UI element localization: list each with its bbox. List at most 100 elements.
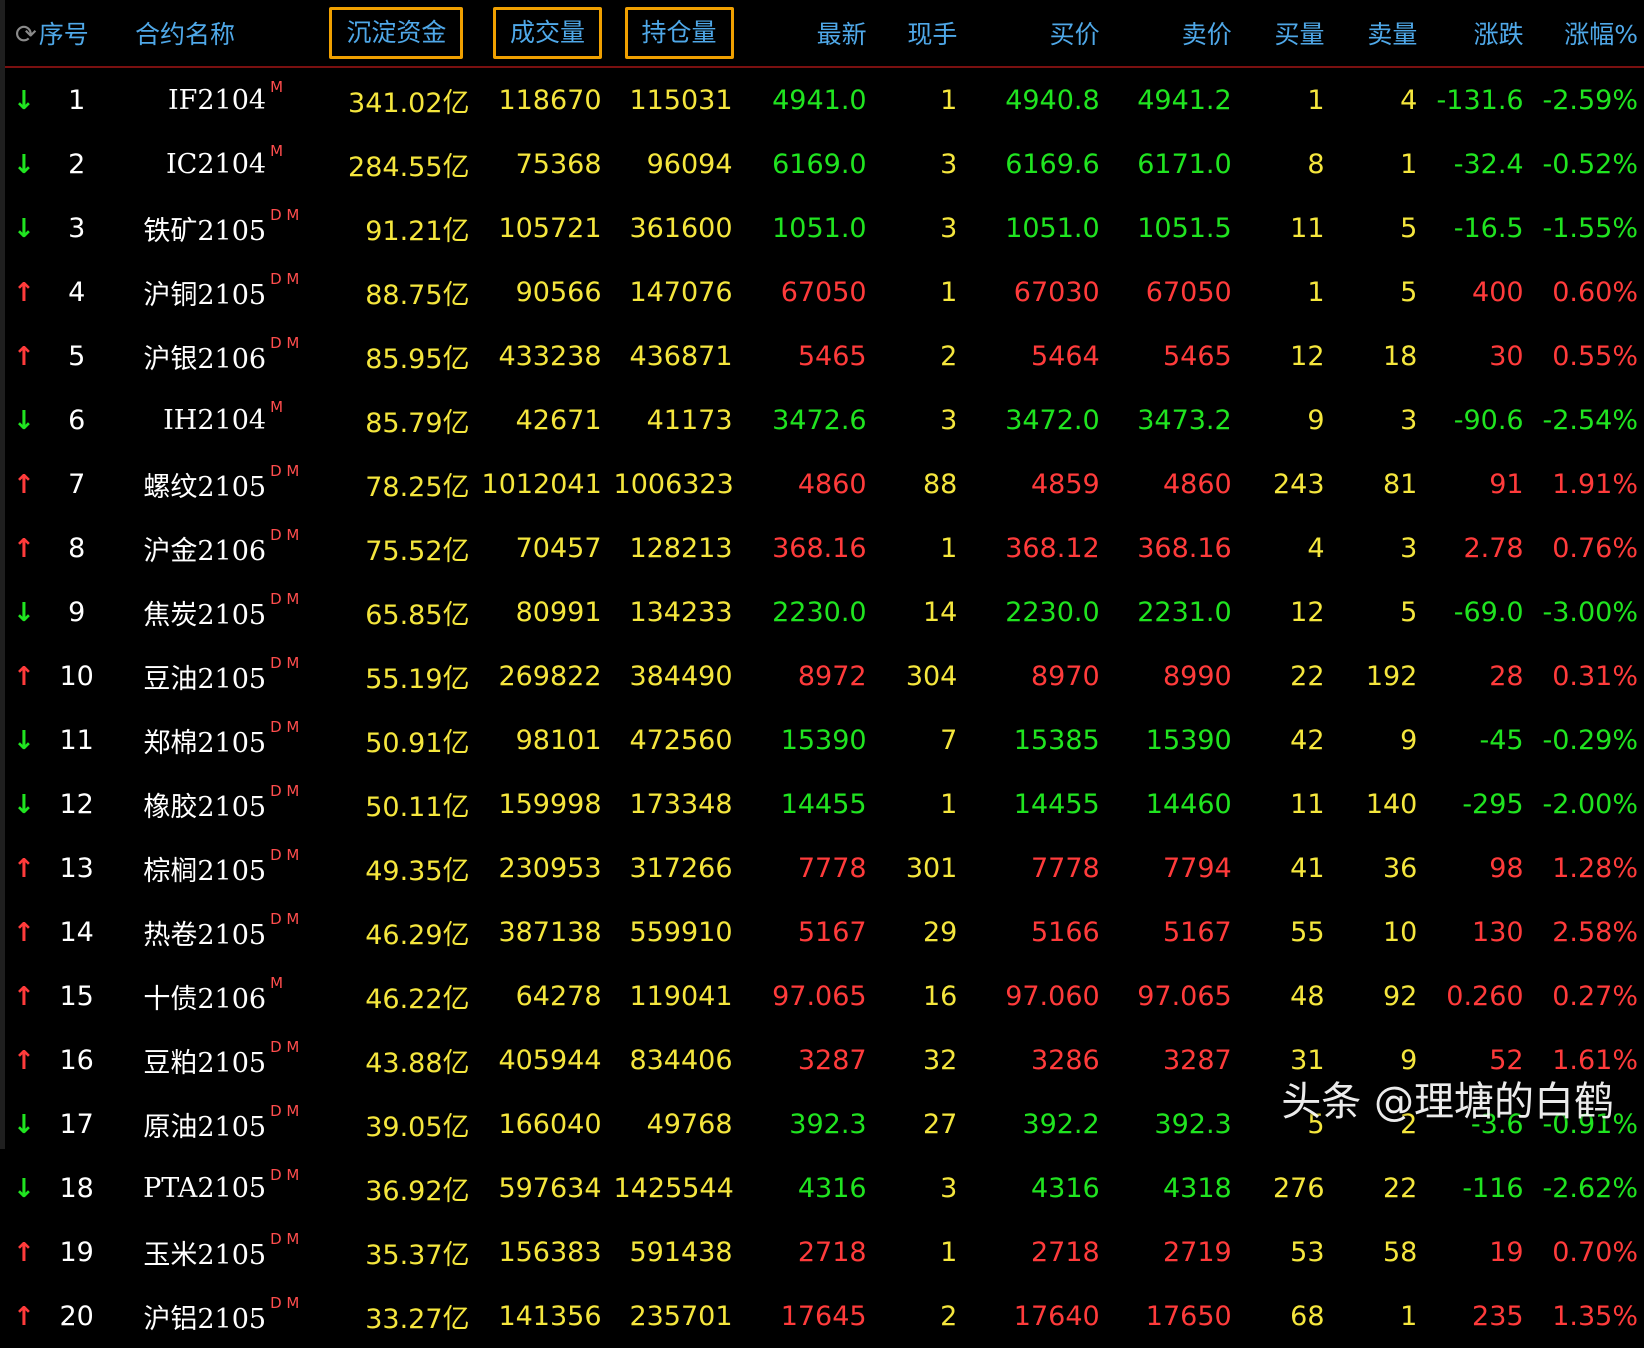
change-cell: 0.260 — [1446, 980, 1524, 1012]
trend-cell: ↑ — [5, 260, 48, 324]
table-row[interactable]: ↑ 4 沪铜2105 D M 88.75亿 90566 147076 67050 1 67030 6… — [5, 260, 1644, 324]
row-index: 20 — [59, 1300, 94, 1332]
column-header-bid[interactable]: 买价 — [969, 0, 1112, 68]
open-interest-cell: 119041 — [629, 980, 733, 1012]
last-price-cell: 1051.0 — [772, 212, 867, 244]
column-header-name[interactable]: 合约名称 — [105, 0, 312, 68]
contract-name[interactable]: 原油2105 — [105, 1092, 270, 1156]
refresh-icon[interactable]: ⟳ — [15, 20, 37, 50]
column-header-last[interactable]: 最新 — [744, 0, 879, 68]
table-row[interactable]: ↓ 9 焦炭2105 D M 65.85亿 80991 134233 2230.0 14 2230… — [5, 580, 1644, 644]
contract-name[interactable]: 郑棉2105 — [105, 708, 270, 772]
bid-price-cell: 7778 — [1030, 852, 1100, 884]
lot-cell: 14 — [923, 596, 958, 628]
contract-name[interactable]: 沪铝2105 — [105, 1284, 270, 1348]
ask-price-cell: 2719 — [1162, 1236, 1232, 1268]
table-row[interactable]: ↑ 10 豆油2105 D M 55.19亿 269822 384490 8972 304 897… — [5, 644, 1644, 708]
contract-name[interactable]: IC2104 — [105, 132, 270, 196]
open-interest-cell: 173348 — [629, 788, 733, 820]
arrow-down-icon: ↓ — [13, 597, 35, 628]
bid-price-cell: 67030 — [1013, 276, 1100, 308]
arrow-down-icon: ↓ — [13, 789, 35, 820]
contract-name[interactable]: PTA2105 — [105, 1156, 270, 1220]
last-price-cell: 4941.0 — [772, 84, 867, 116]
volume-cell: 118670 — [498, 84, 602, 116]
bid-volume-cell: 12 — [1290, 596, 1325, 628]
change-cell: -32.4 — [1453, 148, 1524, 180]
contract-flags: D M — [270, 270, 300, 288]
open-interest-cell: 834406 — [629, 1044, 733, 1076]
volume-cell: 42671 — [515, 404, 602, 436]
table-row[interactable]: ↑ 7 螺纹2105 D M 78.25亿 1012041 1006323 4860 88 485… — [5, 452, 1644, 516]
contract-name[interactable]: 铁矿2105 — [105, 196, 270, 260]
row-index: 10 — [59, 660, 94, 692]
bid-price-cell: 4940.8 — [1005, 84, 1100, 116]
table-row[interactable]: ↓ 12 橡胶2105 D M 50.11亿 159998 173348 14455 1 1445… — [5, 772, 1644, 836]
last-price-cell: 97.065 — [772, 980, 867, 1012]
contract-name[interactable]: 十债2106 — [105, 964, 270, 1028]
bid-price-cell: 97.060 — [1005, 980, 1100, 1012]
table-row[interactable]: ↑ 15 十债2106 M 46.22亿 64278 119041 97.065 16 97.06… — [5, 964, 1644, 1028]
bid-price-cell: 4316 — [1030, 1172, 1100, 1204]
volume-cell: 269822 — [498, 660, 602, 692]
contract-name[interactable]: 棕榈2105 — [105, 836, 270, 900]
change-percent-cell: 1.35% — [1552, 1300, 1638, 1332]
contract-name[interactable]: IF2104 — [105, 67, 270, 132]
contract-flags: D M — [270, 718, 300, 736]
contract-name[interactable]: 豆粕2105 — [105, 1028, 270, 1092]
contract-name[interactable]: IH2104 — [105, 388, 270, 452]
bid-price-cell: 5166 — [1030, 916, 1100, 948]
column-header-settled-funds[interactable]: 沉淀资金 — [311, 0, 482, 68]
table-row[interactable]: ↓ 3 铁矿2105 D M 91.21亿 105721 361600 1051.0 3 1051… — [5, 196, 1644, 260]
change-cell: -131.6 — [1436, 84, 1524, 116]
arrow-down-icon: ↓ — [13, 1173, 35, 1204]
contract-name[interactable]: 沪铜2105 — [105, 260, 270, 324]
contract-name[interactable]: 热卷2105 — [105, 900, 270, 964]
change-cell: -295 — [1462, 788, 1524, 820]
contract-name[interactable]: 焦炭2105 — [105, 580, 270, 644]
contract-name[interactable]: 沪金2106 — [105, 516, 270, 580]
last-price-cell: 3287 — [797, 1044, 867, 1076]
open-interest-cell: 1425544 — [613, 1172, 734, 1204]
table-row[interactable]: ↓ 1 IF2104 M 341.02亿 118670 115031 4941.0 1 4940.… — [5, 67, 1644, 132]
change-cell: 91 — [1489, 468, 1524, 500]
arrow-up-icon: ↑ — [13, 1045, 35, 1076]
table-row[interactable]: ↑ 5 沪银2106 D M 85.95亿 433238 436871 5465 2 5464 54… — [5, 324, 1644, 388]
table-row[interactable]: ↑ 13 棕榈2105 D M 49.35亿 230953 317266 7778 301 777… — [5, 836, 1644, 900]
quote-rows: ↓ 1 IF2104 M 341.02亿 118670 115031 4941.0 1 4940.… — [5, 67, 1644, 1348]
open-interest-cell: 115031 — [629, 84, 733, 116]
column-header-lot[interactable]: 现手 — [878, 0, 970, 68]
column-header-bid-volume[interactable]: 买量 — [1243, 0, 1337, 68]
column-header-ask-volume[interactable]: 卖量 — [1336, 0, 1430, 68]
table-row[interactable]: ↓ 18 PTA2105 D M 36.92亿 597634 1425544 4316 3 431… — [5, 1156, 1644, 1220]
contract-name[interactable]: 螺纹2105 — [105, 452, 270, 516]
column-header-open-interest[interactable]: 持仓量 — [613, 0, 745, 68]
table-row[interactable]: ↑ 20 沪铝2105 D M 33.27亿 141356 235701 17645 2 1764… — [5, 1284, 1644, 1348]
contract-name[interactable]: 豆油2105 — [105, 644, 270, 708]
ask-price-cell: 4860 — [1162, 468, 1232, 500]
ask-volume-cell: 3 — [1400, 404, 1418, 436]
table-row[interactable]: ↓ 11 郑棉2105 D M 50.91亿 98101 472560 15390 7 15385… — [5, 708, 1644, 772]
row-index: 12 — [59, 788, 94, 820]
contract-name[interactable]: 橡胶2105 — [105, 772, 270, 836]
table-row[interactable]: ↓ 2 IC2104 M 284.55亿 75368 96094 6169.0 3 6169.6 6… — [5, 132, 1644, 196]
settled-funds-cell: 65.85亿 — [365, 599, 470, 631]
contract-name[interactable]: 沪银2106 — [105, 324, 270, 388]
table-row[interactable]: ↓ 6 IH2104 M 85.79亿 42671 41173 3472.6 3 3472.0 34… — [5, 388, 1644, 452]
arrow-down-icon: ↓ — [13, 405, 35, 436]
lot-cell: 3 — [940, 212, 958, 244]
column-header-change[interactable]: 涨跌 — [1429, 0, 1536, 68]
ask-price-cell: 4941.2 — [1137, 84, 1232, 116]
table-row[interactable]: ↑ 8 沪金2106 D M 75.52亿 70457 128213 368.16 1 368.1… — [5, 516, 1644, 580]
trend-cell: ↑ — [5, 1220, 48, 1284]
contract-name[interactable]: 玉米2105 — [105, 1220, 270, 1284]
change-percent-cell: -2.00% — [1542, 788, 1638, 820]
column-header-index[interactable]: ⟳序号 — [5, 0, 106, 68]
last-price-cell: 17645 — [780, 1300, 867, 1332]
column-header-change-percent[interactable]: 涨幅% — [1535, 0, 1644, 68]
column-header-volume[interactable]: 成交量 — [481, 0, 614, 68]
row-index: 8 — [68, 532, 86, 564]
table-row[interactable]: ↑ 14 热卷2105 D M 46.29亿 387138 559910 5167 29 5166… — [5, 900, 1644, 964]
table-row[interactable]: ↑ 19 玉米2105 D M 35.37亿 156383 591438 2718 1 2718 2… — [5, 1220, 1644, 1284]
column-header-ask[interactable]: 卖价 — [1111, 0, 1244, 68]
